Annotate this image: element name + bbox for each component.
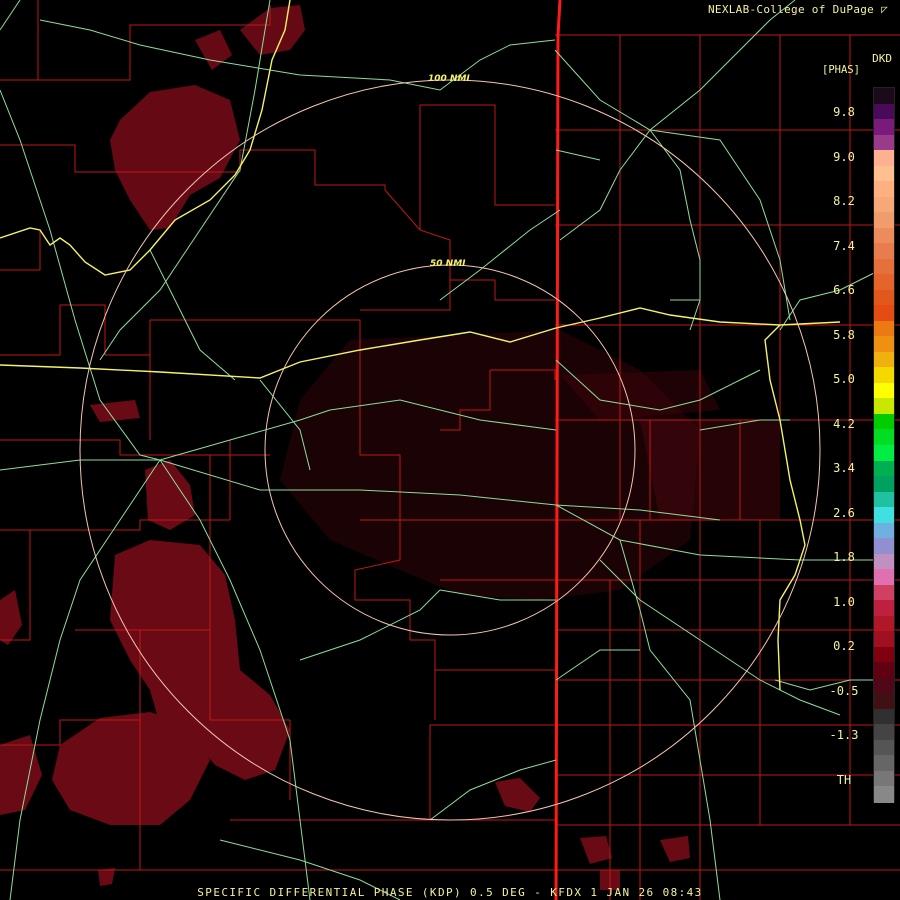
color-scale-segment: [874, 150, 894, 167]
color-scale-segment: [874, 693, 894, 710]
color-scale-segment: [874, 476, 894, 493]
color-scale-segment: [874, 196, 894, 213]
color-scale-segment: [874, 413, 894, 431]
range-ring-100nmi-label: 100 NMI: [428, 74, 470, 84]
color-scale-segment: [874, 429, 894, 446]
color-scale-segment: [874, 786, 894, 803]
color-scale-segment: [874, 507, 894, 524]
color-scale-segment: [874, 227, 894, 244]
color-scale-segment: [874, 320, 894, 337]
color-scale-tick-label: -1.3: [829, 728, 859, 742]
color-scale-tick-label: 7.4: [833, 238, 855, 253]
color-scale-segment: [874, 274, 894, 291]
color-scale-segment: [874, 367, 894, 384]
color-scale-segment: [874, 88, 894, 105]
color-scale-segment: [874, 615, 894, 632]
credit-mark-icon: ◸: [881, 3, 888, 16]
scale-product-code: DKD: [872, 52, 892, 65]
color-scale-segment: [874, 181, 894, 198]
color-scale-tick-label: TH: [836, 772, 852, 787]
color-scale-tick-label: 0.2: [833, 639, 855, 653]
radar-map: [0, 0, 900, 900]
color-scale-segment: [874, 584, 894, 601]
color-scale-segment: [874, 134, 894, 151]
credit-label: NEXLAB-College of DuPage ◸: [708, 3, 888, 16]
color-scale-bar: [873, 87, 895, 803]
product-caption: SPECIFIC DIFFERENTIAL PHASE (KDP) 0.5 DE…: [197, 886, 703, 899]
color-scale-segment: [874, 677, 894, 694]
color-scale-segment: [874, 212, 894, 229]
color-scale-segment: [874, 445, 894, 462]
color-scale-tick-label: 4.2: [833, 416, 855, 431]
color-scale-tick-label: 8.2: [833, 194, 855, 208]
color-scale-segment: [874, 491, 894, 508]
color-scale-segment: [874, 398, 894, 415]
color-scale-segment: [874, 165, 894, 182]
color-scale-tick-label: 9.8: [833, 105, 855, 119]
color-scale-tick-label: 1.0: [833, 594, 855, 609]
color-scale-segment: [874, 662, 894, 679]
color-scale-tick-label: 3.4: [833, 461, 855, 475]
color-scale-tick-label: 5.8: [833, 327, 855, 342]
color-scale-segment: [874, 646, 894, 663]
color-scale-segment: [874, 522, 894, 539]
color-scale-segment: [874, 724, 894, 741]
color-scale-tick-label: 9.0: [833, 149, 855, 164]
color-scale-segment: [874, 382, 894, 400]
color-scale-tick-label: 1.8: [833, 550, 855, 564]
color-scale-segment: [874, 538, 894, 555]
color-scale-segment: [874, 289, 894, 306]
color-scale-segment: [874, 305, 894, 322]
color-scale-segment: [874, 770, 894, 788]
color-scale-segment: [874, 631, 894, 648]
range-ring-50nmi-label: 50 NMI: [430, 259, 466, 269]
color-scale-segment: [874, 755, 894, 772]
color-scale-segment: [874, 739, 894, 757]
color-scale-tick-label: 6.6: [833, 283, 855, 297]
color-scale-segment: [874, 336, 894, 353]
credit-text: NEXLAB-College of DuPage: [707, 3, 875, 16]
color-scale-segment: [874, 351, 894, 368]
color-scale-segment: [874, 243, 894, 260]
color-scale-segment: [874, 569, 894, 586]
color-scale-segment: [874, 103, 894, 120]
color-scale-segment: [874, 258, 894, 275]
color-scale-tick-label: 5.0: [833, 372, 855, 386]
color-scale-tick-label: -0.5: [829, 683, 859, 698]
color-scale-segment: [874, 600, 894, 617]
color-scale-tick-label: 2.6: [833, 505, 855, 520]
color-scale-segment: [874, 553, 894, 570]
color-scale-segment: [874, 708, 894, 725]
color-scale-segment: [874, 460, 894, 477]
scale-unit-label: [PHAS]: [822, 64, 860, 76]
color-scale-segment: [874, 119, 894, 136]
